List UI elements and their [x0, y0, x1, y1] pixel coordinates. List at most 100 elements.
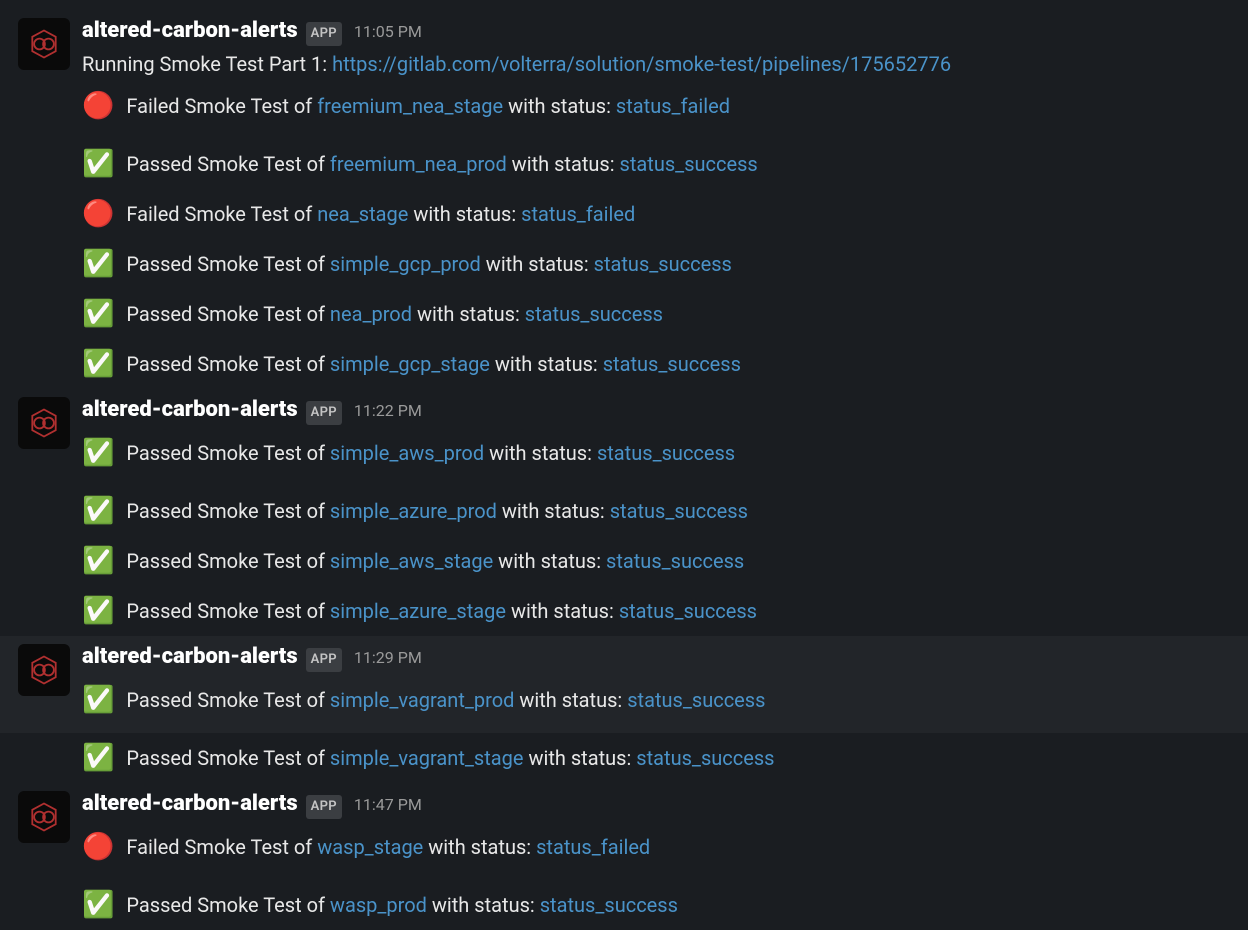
test-result-text: Passed Smoke Test of simple_vagrant_stag…: [126, 743, 774, 773]
test-target-link[interactable]: simple_vagrant_prod: [330, 688, 514, 712]
with-status-text: with status:: [412, 302, 525, 326]
with-status-text: with status:: [427, 893, 540, 917]
test-target-link[interactable]: simple_gcp_stage: [330, 352, 490, 376]
with-status-text: with status:: [408, 202, 521, 226]
chat-message: altered-carbon-alerts APP 11:47 PM 🔴Failed …: [0, 783, 1248, 880]
intro-text: Running Smoke Test Part 1: https://gitla…: [82, 49, 1230, 79]
test-status-link[interactable]: status_success: [620, 152, 758, 176]
test-result-text: Passed Smoke Test of simple_azure_stage …: [126, 596, 757, 626]
test-prefix: Passed Smoke Test of: [126, 746, 330, 770]
test-prefix: Passed Smoke Test of: [126, 302, 330, 326]
test-target-link[interactable]: wasp_prod: [330, 893, 427, 917]
message-content: altered-carbon-alerts APP 11:29 PM ✅Passed …: [82, 640, 1230, 725]
test-status-link[interactable]: status_success: [594, 252, 732, 276]
sender-avatar[interactable]: [18, 397, 70, 449]
test-result-line: ✅Passed Smoke Test of simple_aws_prod wi…: [82, 428, 1230, 478]
check-mark-icon: ✅: [82, 745, 114, 771]
test-result-text: Passed Smoke Test of simple_azure_prod w…: [126, 496, 748, 526]
test-target-link[interactable]: freemium_nea_stage: [317, 94, 503, 118]
with-status-text: with status:: [514, 688, 627, 712]
app-badge: APP: [306, 648, 342, 672]
test-target-link[interactable]: freemium_nea_prod: [330, 152, 507, 176]
test-prefix: Passed Smoke Test of: [126, 893, 330, 917]
with-status-text: with status:: [523, 746, 636, 770]
message-timestamp[interactable]: 11:22 PM: [354, 399, 422, 423]
test-target-link[interactable]: simple_azure_prod: [330, 499, 497, 523]
test-result-line: 🔴Failed Smoke Test of wasp_stage with st…: [82, 822, 1230, 872]
test-result-line: 🔴 Failed Smoke Test of nea_stage with sta…: [0, 189, 1248, 239]
app-badge: APP: [306, 795, 342, 819]
test-status-link[interactable]: status_failed: [521, 202, 635, 226]
test-result-line: ✅ Passed Smoke Test of simple_vagrant_sta…: [0, 733, 1248, 783]
sender-avatar[interactable]: [18, 644, 70, 696]
test-result-line: 🔴Failed Smoke Test of freemium_nea_stage…: [82, 81, 1230, 131]
sender-avatar[interactable]: [18, 18, 70, 70]
test-target-link[interactable]: simple_azure_stage: [330, 599, 506, 623]
chat-message: altered-carbon-alerts APP 11:22 PM ✅Passed …: [0, 389, 1248, 486]
test-result-text: Passed Smoke Test of simple_aws_stage wi…: [126, 546, 744, 576]
test-result-line: ✅ Passed Smoke Test of simple_aws_stage w…: [0, 536, 1248, 586]
test-status-link[interactable]: status_failed: [536, 835, 650, 859]
test-prefix: Passed Smoke Test of: [126, 549, 330, 573]
test-target-link[interactable]: wasp_stage: [317, 835, 423, 859]
test-result-text: Failed Smoke Test of wasp_stage with sta…: [126, 832, 650, 862]
test-prefix: Failed Smoke Test of: [126, 94, 317, 118]
with-status-text: with status:: [503, 94, 616, 118]
with-status-text: with status:: [506, 599, 619, 623]
with-status-text: with status:: [507, 152, 620, 176]
with-status-text: with status:: [484, 441, 597, 465]
test-prefix: Failed Smoke Test of: [126, 202, 317, 226]
message-content: altered-carbon-alerts APP 11:22 PM ✅Passed …: [82, 393, 1230, 478]
test-result-line: ✅Passed Smoke Test of wasp_prod with sta…: [0, 880, 1248, 930]
test-status-link[interactable]: status_success: [540, 893, 678, 917]
with-status-text: with status:: [497, 499, 610, 523]
message-content: altered-carbon-alerts APP 11:47 PM 🔴Failed …: [82, 787, 1230, 872]
red-circle-icon: 🔴: [82, 201, 114, 227]
bot-avatar-icon: [26, 26, 62, 62]
message-content: altered-carbon-alertsAPP11:05 PMRunning …: [82, 14, 1230, 131]
test-status-link[interactable]: status_success: [606, 549, 744, 573]
test-status-link[interactable]: status_success: [610, 499, 748, 523]
pipeline-link[interactable]: https://gitlab.com/volterra/solution/smo…: [332, 52, 951, 76]
sender-name[interactable]: altered-carbon-alerts: [82, 640, 298, 673]
check-mark-icon: ✅: [82, 548, 114, 574]
bot-avatar-icon: [26, 405, 62, 441]
test-target-link[interactable]: nea_prod: [330, 302, 412, 326]
check-mark-icon: ✅: [82, 598, 114, 624]
test-target-link[interactable]: nea_stage: [317, 202, 408, 226]
sender-name[interactable]: altered-carbon-alerts: [82, 393, 298, 426]
bot-avatar-icon: [26, 652, 62, 688]
check-mark-icon: ✅: [82, 687, 114, 713]
test-status-link[interactable]: status_failed: [616, 94, 730, 118]
message-timestamp[interactable]: 11:29 PM: [354, 646, 422, 670]
test-target-link[interactable]: simple_gcp_prod: [330, 252, 481, 276]
test-prefix: Passed Smoke Test of: [126, 252, 330, 276]
test-target-link[interactable]: simple_vagrant_stage: [330, 746, 524, 770]
check-mark-icon: ✅: [82, 440, 114, 466]
test-status-link[interactable]: status_success: [627, 688, 765, 712]
test-result-line: ✅Passed Smoke Test of simple_vagrant_pro…: [82, 675, 1230, 725]
test-status-link[interactable]: status_success: [636, 746, 774, 770]
test-status-link[interactable]: status_success: [603, 352, 741, 376]
test-result-text: Failed Smoke Test of nea_stage with stat…: [126, 199, 635, 229]
with-status-text: with status:: [493, 549, 606, 573]
message-timestamp[interactable]: 11:05 PM: [354, 20, 422, 44]
with-status-text: with status:: [423, 835, 536, 859]
sender-name[interactable]: altered-carbon-alerts: [82, 14, 298, 47]
test-target-link[interactable]: simple_aws_prod: [330, 441, 484, 465]
app-badge: APP: [306, 401, 342, 425]
check-mark-icon: ✅: [82, 251, 114, 277]
test-result-line: ✅Passed Smoke Test of simple_gcp_stage w…: [0, 339, 1248, 389]
test-status-link[interactable]: status_success: [525, 302, 663, 326]
sender-avatar[interactable]: [18, 791, 70, 843]
test-result-line: ✅Passed Smoke Test of freemium_nea_prod …: [0, 139, 1248, 189]
test-status-link[interactable]: status_success: [597, 441, 735, 465]
test-result-text: Passed Smoke Test of wasp_prod with stat…: [126, 890, 678, 920]
test-status-link[interactable]: status_success: [619, 599, 757, 623]
test-prefix: Passed Smoke Test of: [126, 152, 330, 176]
message-header: altered-carbon-alerts APP 11:29 PM: [82, 640, 1230, 673]
sender-name[interactable]: altered-carbon-alerts: [82, 787, 298, 820]
test-target-link[interactable]: simple_aws_stage: [330, 549, 493, 573]
test-prefix: Passed Smoke Test of: [126, 599, 330, 623]
message-timestamp[interactable]: 11:47 PM: [354, 793, 422, 817]
